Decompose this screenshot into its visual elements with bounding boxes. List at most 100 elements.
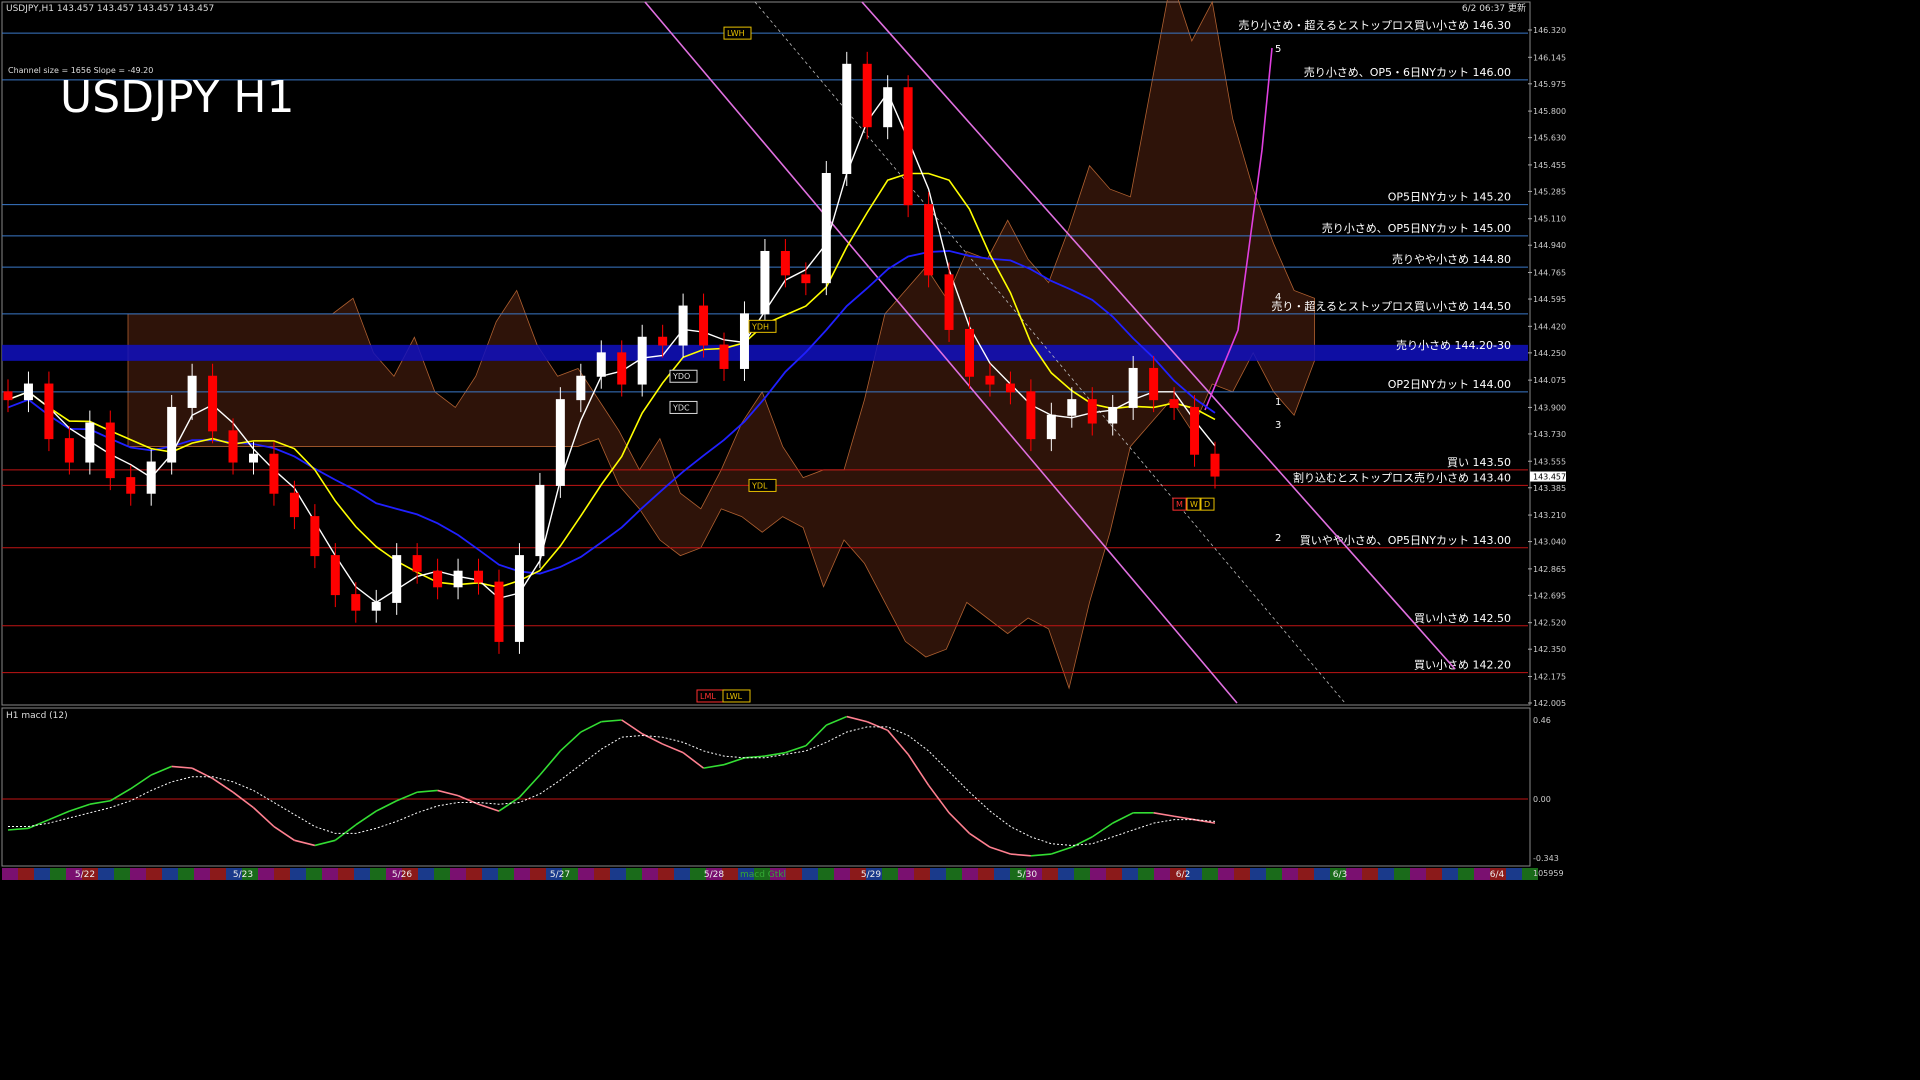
- time-strip-cell: [306, 868, 322, 880]
- time-strip-cell: [274, 868, 290, 880]
- candle-body: [1169, 399, 1179, 408]
- x-tick-label: 5/22: [75, 870, 95, 880]
- time-strip-cell: [1202, 868, 1218, 880]
- candle-body: [310, 516, 320, 557]
- time-strip-cell: [1282, 868, 1298, 880]
- candle-body: [371, 601, 381, 611]
- y-tick-label: 142.350: [1533, 645, 1566, 654]
- time-strip-cell: [1474, 868, 1490, 880]
- candle-body: [801, 274, 811, 284]
- candle-body: [719, 344, 729, 369]
- level-label: 割り込むとストップロス売り小さめ 143.40: [1293, 470, 1511, 484]
- candle-body: [289, 492, 299, 518]
- time-strip-cell: [994, 868, 1010, 880]
- candle-body: [146, 461, 156, 494]
- time-strip-cell: [1058, 868, 1074, 880]
- y-tick-label: 143.555: [1533, 457, 1566, 466]
- time-strip-cell: [146, 868, 162, 880]
- y-tick-label: 144.595: [1533, 295, 1566, 304]
- x-tick-label: 5/30: [1017, 870, 1037, 880]
- y-tick-label: 143.730: [1533, 430, 1566, 439]
- time-strip-cell: [178, 868, 194, 880]
- level-label: 買いやや小さめ、OP5日NYカット 143.00: [1300, 534, 1511, 547]
- level-label: 売り小さめ、OP5・6日NYカット 146.00: [1304, 66, 1511, 79]
- candle-body: [596, 352, 606, 377]
- candle-body: [1026, 391, 1036, 440]
- candle-body: [883, 87, 893, 128]
- candle-body: [1128, 367, 1138, 408]
- time-strip-cell: [1090, 868, 1106, 880]
- macd-plot-frame: [1, 707, 1531, 867]
- candle-body: [1067, 399, 1077, 416]
- update-time: 6/2 06:37 更新: [1462, 2, 1526, 14]
- candle-body: [658, 336, 668, 346]
- time-strip-cell: [434, 868, 450, 880]
- y-tick-label: 142.175: [1533, 672, 1566, 681]
- macd-footer-value: 105959: [1533, 869, 1564, 878]
- big-title: USDJPY H1: [60, 72, 295, 123]
- time-strip-cell: [1042, 868, 1058, 880]
- x-tick-label: 5/29: [861, 870, 881, 880]
- level-label: 売り小さめ・超えるとストップロス買い小さめ 146.30: [1238, 18, 1511, 32]
- candle-body: [167, 406, 177, 463]
- candle-body: [494, 581, 504, 642]
- y-tick-label: 143.385: [1533, 484, 1566, 493]
- time-strip-cell: [450, 868, 466, 880]
- price-tag-label: LML: [700, 692, 716, 701]
- y-tick-label: 142.520: [1533, 619, 1566, 628]
- time-strip-cell: [1346, 868, 1362, 880]
- time-strip-cell: [898, 868, 914, 880]
- time-strip-cell: [1106, 868, 1122, 880]
- macd-legend: macd Gtkl: [740, 870, 786, 880]
- candle-body: [126, 477, 136, 494]
- time-strip-cell: [18, 868, 34, 880]
- level-label: OP2日NYカット 144.00: [1388, 378, 1511, 391]
- time-strip-cell: [642, 868, 658, 880]
- y-tick-label: 145.285: [1533, 187, 1566, 196]
- x-tick-label: 6/4: [1490, 870, 1505, 880]
- candle-body: [739, 313, 749, 369]
- candle-body: [821, 172, 831, 284]
- time-strip-cell: [578, 868, 594, 880]
- x-tick-label: 5/27: [550, 870, 570, 880]
- price-tag-label: YDH: [751, 322, 769, 331]
- wave-label: 5: [1275, 44, 1281, 55]
- y-tick-label: 143.040: [1533, 538, 1566, 547]
- candle-body: [228, 430, 238, 463]
- candle-body: [842, 63, 852, 174]
- candle-body: [514, 555, 524, 642]
- level-label: 買い 143.50: [1447, 456, 1511, 469]
- candle-body: [924, 204, 934, 276]
- time-strip-cell: [530, 868, 546, 880]
- candle-body: [3, 391, 13, 401]
- time-strip-cell: [818, 868, 834, 880]
- time-strip-cell: [1458, 868, 1474, 880]
- macd-y-tick-label: 0.00: [1533, 795, 1551, 804]
- candle-body: [248, 453, 258, 463]
- y-tick-label: 145.110: [1533, 215, 1566, 224]
- time-strip-cell: [1442, 868, 1458, 880]
- time-strip-cell: [1314, 868, 1330, 880]
- time-strip-cell: [162, 868, 178, 880]
- candle-body: [780, 250, 790, 276]
- candle-body: [85, 422, 95, 463]
- macd-label: H1 macd (12): [6, 711, 68, 721]
- price-tag-label: D: [1204, 500, 1210, 509]
- price-tag-label: YDL: [751, 481, 768, 490]
- time-strip-cell: [258, 868, 274, 880]
- time-strip-cell: [498, 868, 514, 880]
- candle-body: [105, 422, 115, 479]
- level-label: OP5日NYカット 145.20: [1388, 191, 1511, 204]
- y-tick-label: 145.800: [1533, 107, 1566, 116]
- time-strip-cell: [50, 868, 66, 880]
- y-tick-label: 144.940: [1533, 241, 1566, 250]
- usdjpy-h1-chart: 売り小さめ・超えるとストップロス買い小さめ 146.30 売り小さめ、OP5・6日…: [1, 0, 1566, 880]
- level-label: 買い小さめ 142.20: [1414, 659, 1511, 672]
- price-tag-label: M: [1176, 500, 1183, 509]
- candle-body: [617, 352, 627, 385]
- candle-body: [699, 305, 709, 346]
- time-strip-cell: [834, 868, 850, 880]
- candle-body: [1190, 406, 1200, 455]
- candle-body: [64, 438, 74, 463]
- wave-label: 1: [1275, 397, 1281, 408]
